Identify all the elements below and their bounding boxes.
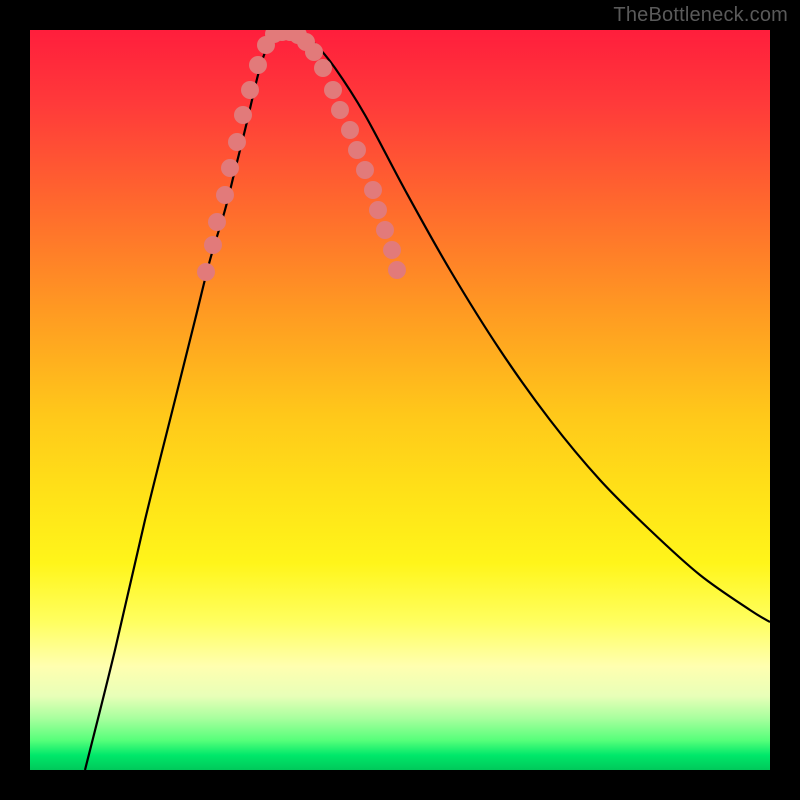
highlight-dot [376,221,394,239]
highlight-dot [341,121,359,139]
highlight-dot [208,213,226,231]
highlight-dot [388,261,406,279]
highlight-dot [356,161,374,179]
highlight-dot [324,81,342,99]
highlight-dot [305,43,323,61]
watermark-text: TheBottleneck.com [613,4,788,27]
outer-frame: TheBottleneck.com [0,0,800,800]
highlight-dot [383,241,401,259]
highlight-dot [249,56,267,74]
bottleneck-curve [85,32,770,770]
highlight-dot [348,141,366,159]
highlight-dot [221,159,239,177]
chart-svg [30,30,770,770]
highlight-dot [331,101,349,119]
highlight-dot [234,106,252,124]
highlight-dot [197,263,215,281]
highlight-dots-group [197,30,406,281]
highlight-dot [314,59,332,77]
highlight-dot [204,236,222,254]
highlight-dot [241,81,259,99]
highlight-dot [364,181,382,199]
highlight-dot [228,133,246,151]
highlight-dot [369,201,387,219]
plot-area [30,30,770,770]
highlight-dot [216,186,234,204]
